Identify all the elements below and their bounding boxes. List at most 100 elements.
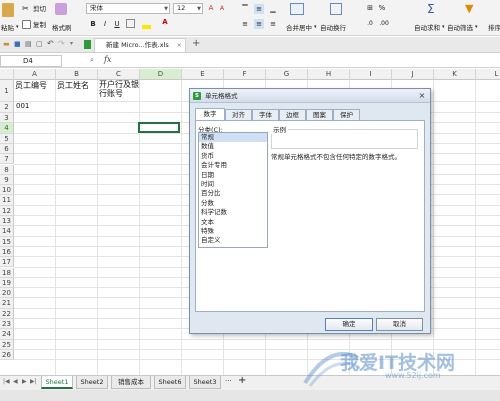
filter-icon[interactable]: ▼	[465, 2, 473, 15]
row-header-5[interactable]: 5	[0, 133, 14, 144]
row-header-26[interactable]: 26	[0, 349, 14, 361]
column-header-k[interactable]: K	[434, 69, 476, 80]
sheet-tab-sheet1[interactable]: Sheet1	[41, 376, 73, 389]
add-tab-icon[interactable]: +	[192, 38, 200, 49]
column-header-e[interactable]: E	[182, 69, 224, 80]
row-header-23[interactable]: 23	[0, 319, 14, 330]
column-header-f[interactable]: F	[224, 69, 266, 80]
preview-icon[interactable]: ▢	[36, 40, 43, 48]
border-icon[interactable]	[126, 19, 135, 28]
sigma-icon[interactable]: Σ	[427, 2, 435, 16]
shrink-font-icon[interactable]: A	[217, 4, 227, 14]
redo-icon[interactable]: ↷	[58, 39, 65, 48]
column-header-l[interactable]: L	[476, 69, 500, 80]
number-format-icon[interactable]: ⊞	[363, 3, 377, 13]
category-item[interactable]: 文本	[199, 218, 267, 227]
row-header-8[interactable]: 8	[0, 164, 14, 175]
first-sheet-icon[interactable]: |◀	[3, 378, 10, 385]
tab-border[interactable]: 边框	[279, 109, 306, 120]
last-sheet-icon[interactable]: ▶|	[30, 378, 37, 385]
column-header-b[interactable]: B	[56, 69, 98, 80]
cell-c1[interactable]: 开户行及银行账号	[99, 80, 139, 98]
align-right-icon[interactable]: ≡	[268, 19, 278, 29]
ok-button[interactable]: 确定	[325, 318, 373, 331]
grow-font-icon[interactable]: A	[206, 3, 216, 13]
row-header-7[interactable]: 7	[0, 154, 14, 165]
paste-button[interactable]	[2, 3, 14, 17]
row-header-3[interactable]: 3	[0, 113, 14, 124]
row-header-20[interactable]: 20	[0, 288, 14, 299]
tab-protection[interactable]: 保护	[333, 109, 360, 120]
sheet-tab-sheet3[interactable]: Sheet3	[189, 376, 221, 389]
tab-pattern[interactable]: 图案	[306, 109, 333, 120]
align-center-icon[interactable]: ≡	[254, 19, 264, 29]
row-header-11[interactable]: 11	[0, 195, 14, 206]
increase-decimal-icon[interactable]: .0	[365, 19, 375, 29]
row-header-9[interactable]: 9	[0, 174, 14, 186]
row-header-17[interactable]: 17	[0, 257, 14, 268]
category-item[interactable]: 自定义	[199, 236, 267, 245]
underline-button[interactable]: U	[112, 19, 122, 29]
column-header-d[interactable]: D	[140, 69, 182, 80]
prev-sheet-icon[interactable]: ◀	[13, 378, 18, 385]
cell-a1[interactable]: 员工编号	[15, 81, 47, 90]
category-item[interactable]: 百分比	[199, 189, 267, 198]
copy-button[interactable]: 复制	[22, 19, 46, 29]
decrease-decimal-icon[interactable]: .00	[379, 19, 389, 29]
row-header-4[interactable]: 4	[0, 123, 14, 134]
row-header-12[interactable]: 12	[0, 205, 14, 216]
align-top-icon[interactable]: ▔	[240, 4, 250, 14]
folder-icon[interactable]: ▬	[3, 40, 10, 48]
search-icon[interactable]: ⌕	[90, 56, 94, 65]
category-item[interactable]: 日期	[199, 171, 267, 180]
tab-font[interactable]: 字体	[252, 109, 279, 120]
row-header-19[interactable]: 19	[0, 277, 14, 289]
cut-button[interactable]: ✂ 剪切	[22, 3, 46, 14]
column-header-h[interactable]: H	[308, 69, 350, 80]
document-tab[interactable]: 新建 Micro...作表.xls ×	[94, 38, 186, 52]
column-header-g[interactable]: G	[266, 69, 308, 80]
font-size-select[interactable]: 12 ▼	[173, 3, 203, 14]
row-header-25[interactable]: 25	[0, 339, 14, 350]
tab-alignment[interactable]: 对齐	[225, 109, 252, 120]
font-color-icon[interactable]: A	[160, 17, 170, 27]
row-header-13[interactable]: 13	[0, 216, 14, 227]
fill-color-icon[interactable]	[142, 25, 151, 29]
category-item[interactable]: 会计专用	[199, 161, 267, 170]
cell-b1[interactable]: 员工姓名	[57, 81, 89, 90]
column-header-c[interactable]: C	[98, 69, 140, 80]
percent-button[interactable]: %	[377, 3, 387, 13]
add-sheet-icon[interactable]: +	[238, 375, 246, 386]
row-header-10[interactable]: 10	[0, 185, 14, 196]
wrap-text-button[interactable]	[330, 3, 342, 15]
auto-filter-button[interactable]: 自动筛选 ▾	[447, 22, 478, 32]
auto-sum-button[interactable]: 自动求和 ▾	[414, 22, 445, 32]
category-item[interactable]: 时间	[199, 180, 267, 189]
row-header-1[interactable]: 1	[0, 80, 14, 102]
category-item[interactable]: 常规	[199, 133, 267, 143]
close-icon[interactable]: ×	[177, 39, 182, 52]
save-icon[interactable]: ■	[14, 40, 21, 48]
undo-icon[interactable]: ↶	[47, 39, 54, 48]
row-header-24[interactable]: 24	[0, 329, 14, 340]
font-name-select[interactable]: 宋体 ▼	[86, 3, 170, 14]
formula-input[interactable]	[118, 55, 500, 67]
column-header-a[interactable]: A	[14, 69, 56, 80]
align-bottom-icon[interactable]: ▁	[268, 4, 278, 14]
italic-button[interactable]: I	[100, 19, 110, 29]
category-list[interactable]: 常规 数值 货币 会计专用 日期 时间 百分比 分数 科学记数 文本 特殊 自定义	[198, 132, 268, 248]
name-box[interactable]: D4	[0, 55, 62, 67]
sheet-tab-sheet6[interactable]: Sheet6	[154, 376, 186, 389]
align-middle-icon[interactable]: ≡	[254, 4, 264, 14]
row-header-2[interactable]: 2	[0, 102, 14, 113]
format-painter-button[interactable]	[55, 3, 67, 15]
close-icon[interactable]: ×	[417, 91, 427, 101]
category-item[interactable]: 科学记数	[199, 208, 267, 217]
paste-label[interactable]: 粘贴 ▾	[1, 22, 19, 32]
more-sheets-icon[interactable]: ···	[225, 377, 232, 385]
cancel-button[interactable]: 取消	[376, 318, 423, 331]
sort-button[interactable]: 排序	[488, 22, 500, 32]
row-header-15[interactable]: 15	[0, 236, 14, 247]
category-item[interactable]: 数值	[199, 142, 267, 151]
bold-button[interactable]: B	[88, 19, 98, 29]
